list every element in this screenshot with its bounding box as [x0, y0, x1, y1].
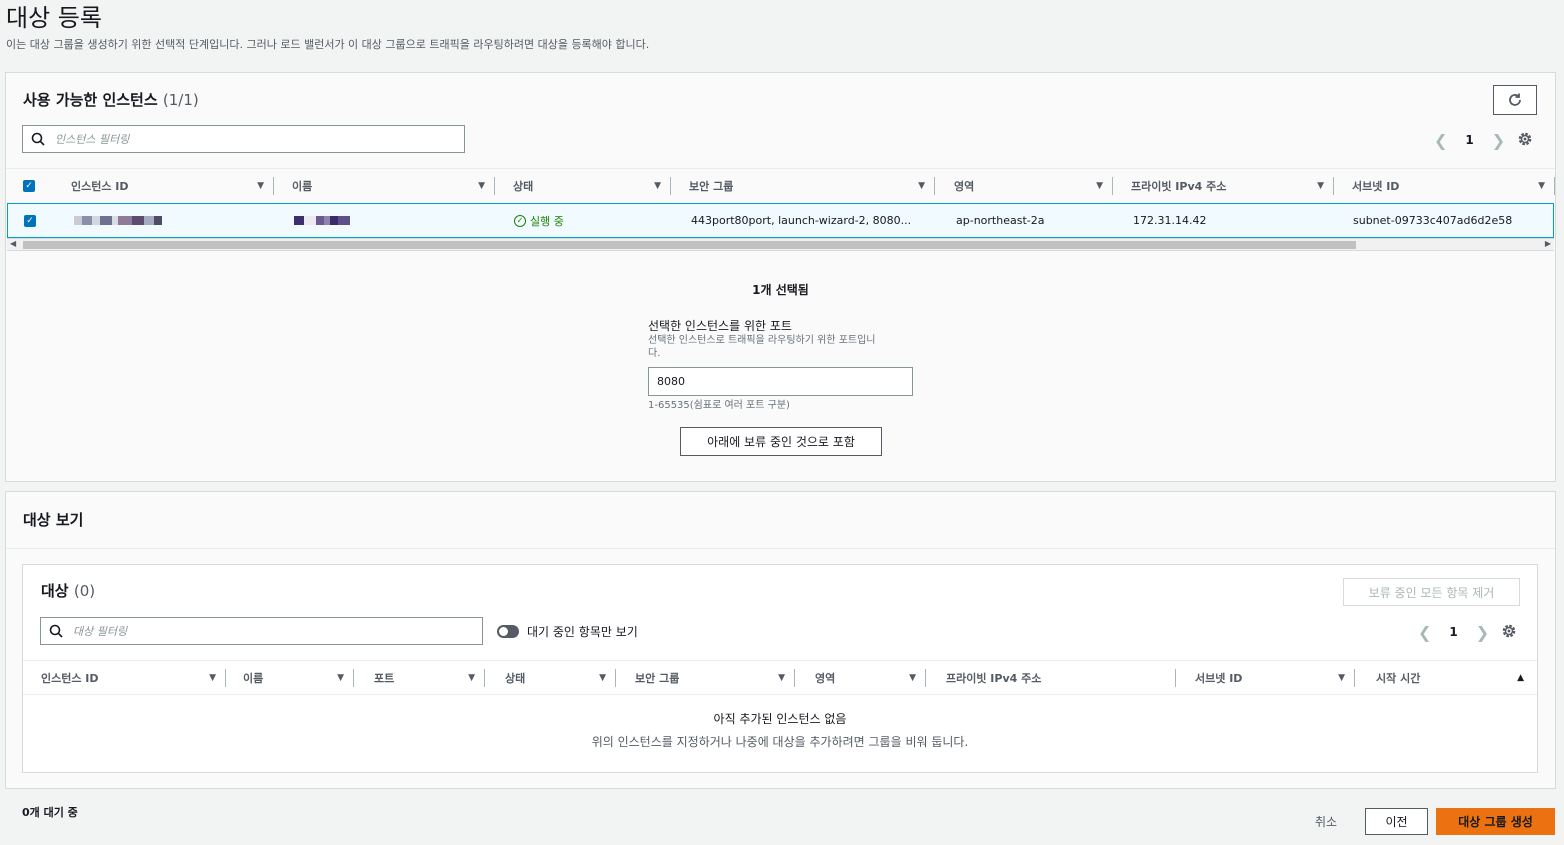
column-header-security-group[interactable]: 보안 그룹 ▼ — [635, 661, 795, 694]
targets-container: 대상 (0) 보류 중인 모든 항목 제거 대상 필터링 대기 중인 항목만 보… — [22, 564, 1538, 773]
empty-state-description: 위의 인스턴스를 지정하거나 나중에 대상을 추가하려면 그룹을 비워 둡니다. — [591, 735, 969, 749]
search-icon — [31, 132, 45, 146]
column-header-status[interactable]: 상태 ▼ — [513, 169, 671, 203]
column-header-subnet-id[interactable]: 서브넷 ID ▼ — [1195, 661, 1355, 694]
next-page-icon[interactable]: ❯ — [1476, 623, 1489, 642]
column-header-name[interactable]: 이름 ▼ — [292, 169, 495, 203]
available-instances-heading: 사용 가능한 인스턴스 (1/1) — [23, 89, 199, 110]
instance-id-redacted — [74, 204, 162, 237]
scroll-right-icon[interactable]: ▶ — [1545, 239, 1551, 248]
prev-page-icon[interactable]: ❮ — [1434, 131, 1447, 150]
page-title: 대상 등록 — [6, 4, 102, 32]
targets-heading: 대상 (0) — [41, 582, 96, 600]
instance-name-redacted — [294, 204, 350, 237]
port-input[interactable]: 8080 — [648, 367, 913, 396]
pending-count: 0개 대기 중 — [22, 806, 78, 819]
available-instances-count: (1/1) — [162, 91, 199, 109]
search-icon — [49, 624, 63, 638]
sort-caret-icon: ▼ — [918, 181, 925, 191]
page-description: 이는 대상 그룹을 생성하기 위한 선택적 단계입니다. 그러나 로드 밸런서가… — [6, 38, 650, 51]
pending-only-toggle[interactable] — [497, 625, 519, 638]
instance-search-placeholder: 인스턴스 필터링 — [55, 133, 130, 146]
refresh-icon — [1509, 93, 1521, 106]
available-instances-panel: 사용 가능한 인스턴스 (1/1) 인스턴스 필터링 ❮ 1 ❯ ✓ 인스턴스 … — [5, 72, 1556, 482]
sort-caret-icon: ▼ — [1338, 672, 1345, 683]
port-hint: 선택한 인스턴스로 트래픽을 라우팅하기 위한 포트입니 다. — [648, 335, 876, 359]
page-number[interactable]: 1 — [1465, 133, 1473, 147]
target-pagination: ❮ 1 ❯ — [1418, 621, 1489, 643]
previous-button[interactable]: 이전 — [1365, 808, 1428, 835]
page-number[interactable]: 1 — [1449, 625, 1457, 639]
sort-caret-icon: ▼ — [654, 181, 661, 191]
select-all-checkbox[interactable]: ✓ — [23, 180, 35, 192]
sort-caret-icon: ▼ — [778, 672, 785, 683]
pending-only-toggle-group: 대기 중인 항목만 보기 — [497, 623, 638, 640]
sort-caret-icon: ▼ — [468, 672, 475, 683]
create-target-group-button[interactable]: 대상 그룹 생성 — [1436, 808, 1555, 835]
target-search-input[interactable]: 대상 필터링 — [40, 617, 483, 645]
instance-search-input[interactable]: 인스턴스 필터링 — [22, 125, 465, 153]
column-header-port[interactable]: 포트 ▼ — [374, 661, 485, 694]
include-pending-button[interactable]: 아래에 보류 중인 것으로 포함 — [680, 427, 882, 456]
check-circle-icon: ✓ — [514, 214, 526, 227]
selected-count: 1개 선택됨 — [752, 283, 809, 297]
instance-pagination: ❮ 1 ❯ — [1434, 129, 1505, 151]
instance-private-ip: 172.31.14.42 — [1133, 214, 1207, 227]
column-header-private-ip[interactable]: 프라이빗 IPv4 주소 ▼ — [1131, 169, 1334, 203]
gear-icon — [1518, 132, 1532, 146]
column-header-zone[interactable]: 영역 ▼ — [815, 661, 926, 694]
column-header-subnet-id[interactable]: 서브넷 ID ▼ — [1352, 169, 1555, 203]
scrollbar-thumb[interactable] — [23, 241, 1356, 249]
instance-zone: ap-northeast-2a — [956, 214, 1045, 227]
instance-status: ✓ 실행 중 — [514, 204, 564, 237]
sort-ascending-icon: ▲ — [1517, 672, 1524, 683]
column-header-security-group[interactable]: 보안 그룹 ▼ — [689, 169, 935, 203]
gear-icon — [1502, 624, 1516, 638]
sort-caret-icon: ▼ — [909, 672, 916, 683]
remove-all-pending-button[interactable]: 보류 중인 모든 항목 제거 — [1343, 578, 1520, 606]
next-page-icon[interactable]: ❯ — [1492, 131, 1505, 150]
pending-only-label: 대기 중인 항목만 보기 — [527, 625, 638, 639]
sort-caret-icon: ▼ — [1317, 181, 1324, 191]
review-targets-heading: 대상 보기 — [23, 511, 84, 529]
sort-caret-icon: ▼ — [1538, 181, 1545, 191]
review-targets-panel: 대상 보기 대상 (0) 보류 중인 모든 항목 제거 대상 필터링 대기 중인… — [5, 491, 1556, 789]
port-range-hint: 1-65535(쉼표로 여러 포트 구분) — [648, 400, 790, 411]
column-header-launch-time[interactable]: 시작 시간 ▲ — [1376, 661, 1528, 694]
cancel-button[interactable]: 취소 — [1300, 808, 1352, 835]
column-header-instance-id[interactable]: 인스턴스 ID ▼ — [71, 169, 274, 203]
column-header-instance-id[interactable]: 인스턴스 ID ▼ — [41, 661, 226, 694]
empty-state-title: 아직 추가된 인스턴스 없음 — [713, 712, 847, 726]
sort-caret-icon: ▼ — [599, 672, 606, 683]
targets-table-header: 인스턴스 ID ▼ 이름 ▼ 포트 ▼ 상태 ▼ 보안 그룹 ▼ 영역 ▼ 프라… — [23, 660, 1537, 695]
horizontal-scrollbar[interactable]: ◀ ▶ — [7, 238, 1554, 251]
column-header-private-ip[interactable]: 프라이빗 IPv4 주소 — [946, 661, 1176, 694]
sort-caret-icon: ▼ — [257, 181, 264, 191]
sort-caret-icon: ▼ — [478, 181, 485, 191]
row-checkbox[interactable]: ✓ — [24, 214, 36, 227]
sort-caret-icon: ▼ — [209, 672, 216, 683]
available-instances-title: 사용 가능한 인스턴스 — [23, 91, 158, 109]
refresh-button[interactable] — [1493, 85, 1537, 115]
settings-button[interactable] — [1517, 131, 1535, 149]
instances-table-header: ✓ 인스턴스 ID ▼ 이름 ▼ 상태 ▼ 보안 그룹 ▼ 영역 ▼ 프라이빗 — [6, 168, 1555, 203]
instance-row[interactable]: ✓ ✓ 실행 중 443port80port, launch-wizard-2,… — [7, 203, 1554, 238]
column-header-name[interactable]: 이름 ▼ — [243, 661, 354, 694]
prev-page-icon[interactable]: ❮ — [1418, 623, 1431, 642]
sort-caret-icon: ▼ — [337, 672, 344, 683]
column-header-zone[interactable]: 영역 ▼ — [954, 169, 1113, 203]
scroll-left-icon[interactable]: ◀ — [10, 239, 16, 248]
sort-caret-icon: ▼ — [1096, 181, 1103, 191]
port-label: 선택한 인스턴스를 위한 포트 — [648, 319, 792, 333]
column-header-status[interactable]: 상태 ▼ — [505, 661, 616, 694]
instance-security-groups: 443port80port, launch-wizard-2, 8080... — [691, 214, 912, 227]
settings-button[interactable] — [1501, 623, 1519, 641]
instance-subnet-id: subnet-09733c407ad6d2e58 — [1353, 214, 1513, 227]
